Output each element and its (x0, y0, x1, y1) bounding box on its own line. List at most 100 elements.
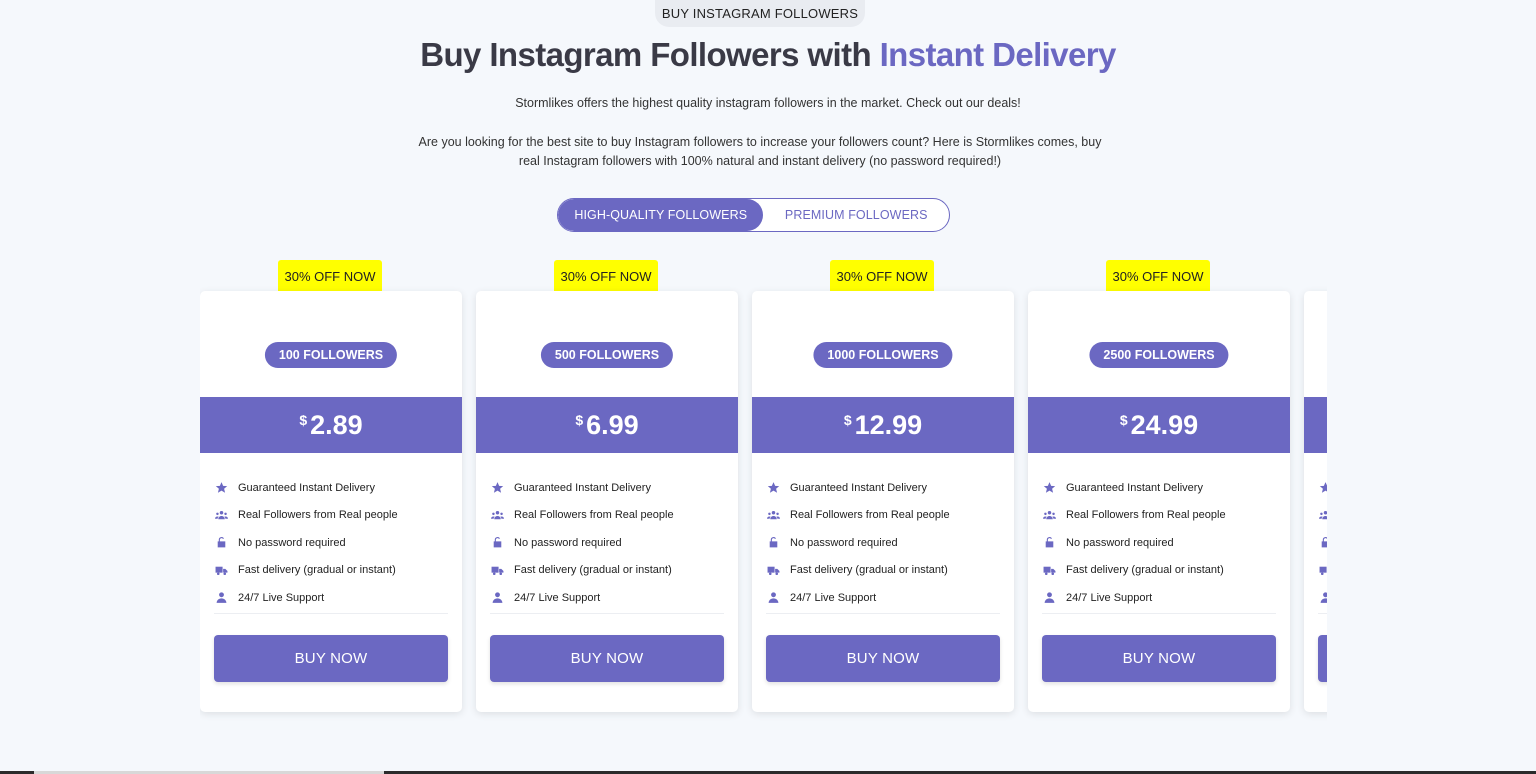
price-band: $ 2.89 (200, 397, 462, 453)
discount-badge: 30% OFF NOW (554, 260, 658, 292)
feature-label: 24/7 Live Support (1066, 591, 1153, 604)
card-divider (1042, 613, 1276, 614)
buy-now-button[interactable] (1318, 635, 1327, 682)
unlock-icon (490, 536, 504, 550)
feature-item: No password required (214, 529, 448, 557)
buy-now-button[interactable]: BUY NOW (766, 635, 1000, 682)
unlock-icon (214, 536, 228, 550)
pricing-card: 30% OFF NOW 2500 FOLLOWERS $ 24.99 Guaran… (1028, 258, 1290, 714)
feature-item (1318, 502, 1327, 530)
star-icon (1042, 481, 1056, 495)
pricing-card: 30% OFF NOW 1000 FOLLOWERS $ 12.99 Guaran… (752, 258, 1014, 714)
plan-type-toggle: HIGH-QUALITY FOLLOWERS PREMIUM FOLLOWERS (557, 198, 950, 232)
truck-icon (766, 563, 780, 577)
feature-list (1318, 474, 1327, 612)
feature-item: Guaranteed Instant Delivery (214, 474, 448, 502)
intro-text: Stormlikes offers the highest quality in… (515, 96, 1021, 110)
feature-label: Real Followers from Real people (514, 509, 674, 522)
feature-item: Fast delivery (gradual or instant) (1042, 557, 1276, 585)
feature-list: Guaranteed Instant Delivery Real Followe… (214, 474, 448, 612)
feature-item (1318, 557, 1327, 585)
title-main: Buy Instagram Followers with (420, 36, 872, 73)
buy-now-button[interactable]: BUY NOW (490, 635, 724, 682)
user-icon (214, 591, 228, 605)
feature-item: Guaranteed Instant Delivery (766, 474, 1000, 502)
star-icon (1318, 481, 1327, 495)
currency-symbol: $ (1119, 412, 1128, 428)
feature-item: Real Followers from Real people (766, 502, 1000, 530)
feature-label: 24/7 Live Support (514, 591, 601, 604)
star-icon (766, 481, 780, 495)
users-icon (214, 508, 228, 522)
user-icon (766, 591, 780, 605)
unlock-icon (1318, 536, 1327, 550)
feature-item: No password required (766, 529, 1000, 557)
feature-item: Fast delivery (gradual or instant) (766, 557, 1000, 585)
pricing-card-body (1304, 291, 1327, 712)
feature-label: Real Followers from Real people (238, 509, 398, 522)
price-value: 6.99 (586, 409, 639, 440)
feature-item: No password required (490, 529, 724, 557)
feature-label: Guaranteed Instant Delivery (1066, 481, 1203, 494)
quantity-badge: 2500 FOLLOWERS (1089, 342, 1229, 368)
page-title: Buy Instagram Followers with Instant Del… (0, 36, 1536, 74)
tab-high-quality-followers[interactable]: HIGH-QUALITY FOLLOWERS (558, 199, 764, 231)
feature-item: Fast delivery (gradual or instant) (490, 557, 724, 585)
users-icon (1042, 508, 1056, 522)
user-icon (490, 591, 504, 605)
buy-now-button[interactable]: BUY NOW (214, 635, 448, 682)
users-icon (1318, 508, 1327, 522)
feature-item: 24/7 Live Support (490, 584, 724, 612)
unlock-icon (766, 536, 780, 550)
card-divider (1318, 613, 1327, 614)
feature-item: No password required (1042, 529, 1276, 557)
feature-label: Guaranteed Instant Delivery (238, 481, 375, 494)
pricing-card-body: 2500 FOLLOWERS $ 24.99 Guaranteed Instan… (1028, 291, 1290, 712)
buy-now-button[interactable]: BUY NOW (1042, 635, 1276, 682)
pricing-card (1304, 258, 1327, 714)
price-band: $ 24.99 (1028, 397, 1290, 453)
star-icon (214, 481, 228, 495)
user-icon (1318, 591, 1327, 605)
feature-label: No password required (1066, 536, 1174, 549)
feature-label: Guaranteed Instant Delivery (514, 481, 651, 494)
feature-item: Real Followers from Real people (490, 502, 724, 530)
card-divider (490, 613, 724, 614)
pricing-page: BUY INSTAGRAM FOLLOWERS Buy Instagram Fo… (0, 0, 1536, 774)
feature-list: Guaranteed Instant Delivery Real Followe… (1042, 474, 1276, 612)
price-band (1304, 397, 1327, 453)
feature-item (1318, 584, 1327, 612)
discount-badge: 30% OFF NOW (830, 260, 934, 292)
tab-premium-followers[interactable]: PREMIUM FOLLOWERS (763, 199, 949, 231)
price-band: $ 12.99 (752, 397, 1014, 453)
user-icon (1042, 591, 1056, 605)
users-icon (490, 508, 504, 522)
feature-label: Real Followers from Real people (790, 509, 950, 522)
pricing-card-body: 100 FOLLOWERS $ 2.89 Guaranteed Instant … (200, 291, 462, 712)
feature-item: 24/7 Live Support (766, 584, 1000, 612)
truck-icon (1042, 563, 1056, 577)
feature-label: 24/7 Live Support (790, 591, 877, 604)
feature-label: Fast delivery (gradual or instant) (514, 564, 672, 577)
price-value: 2.89 (310, 409, 363, 440)
discount-badge: 30% OFF NOW (1106, 260, 1210, 292)
description-text: Are you looking for the best site to buy… (418, 135, 1102, 168)
truck-icon (1318, 563, 1327, 577)
feature-item: 24/7 Live Support (214, 584, 448, 612)
pricing-card-body: 1000 FOLLOWERS $ 12.99 Guaranteed Instan… (752, 291, 1014, 712)
quantity-badge: 100 FOLLOWERS (264, 342, 398, 368)
pricing-card-body: 500 FOLLOWERS $ 6.99 Guaranteed Instant … (476, 291, 738, 712)
pricing-carousel: 30% OFF NOW 100 FOLLOWERS $ 2.89 Guarante… (200, 258, 1327, 728)
section-eyebrow: BUY INSTAGRAM FOLLOWERS (655, 0, 865, 27)
currency-symbol: $ (843, 412, 852, 428)
pricing-card: 30% OFF NOW 100 FOLLOWERS $ 2.89 Guarante… (200, 258, 462, 714)
feature-item: Fast delivery (gradual or instant) (214, 557, 448, 585)
feature-label: Fast delivery (gradual or instant) (238, 564, 396, 577)
truck-icon (214, 563, 228, 577)
quantity-badge: 1000 FOLLOWERS (813, 342, 953, 368)
feature-list: Guaranteed Instant Delivery Real Followe… (766, 474, 1000, 612)
feature-label: Real Followers from Real people (1066, 509, 1226, 522)
feature-label: No password required (790, 536, 898, 549)
feature-item: Real Followers from Real people (214, 502, 448, 530)
price-value: 24.99 (1130, 409, 1199, 440)
